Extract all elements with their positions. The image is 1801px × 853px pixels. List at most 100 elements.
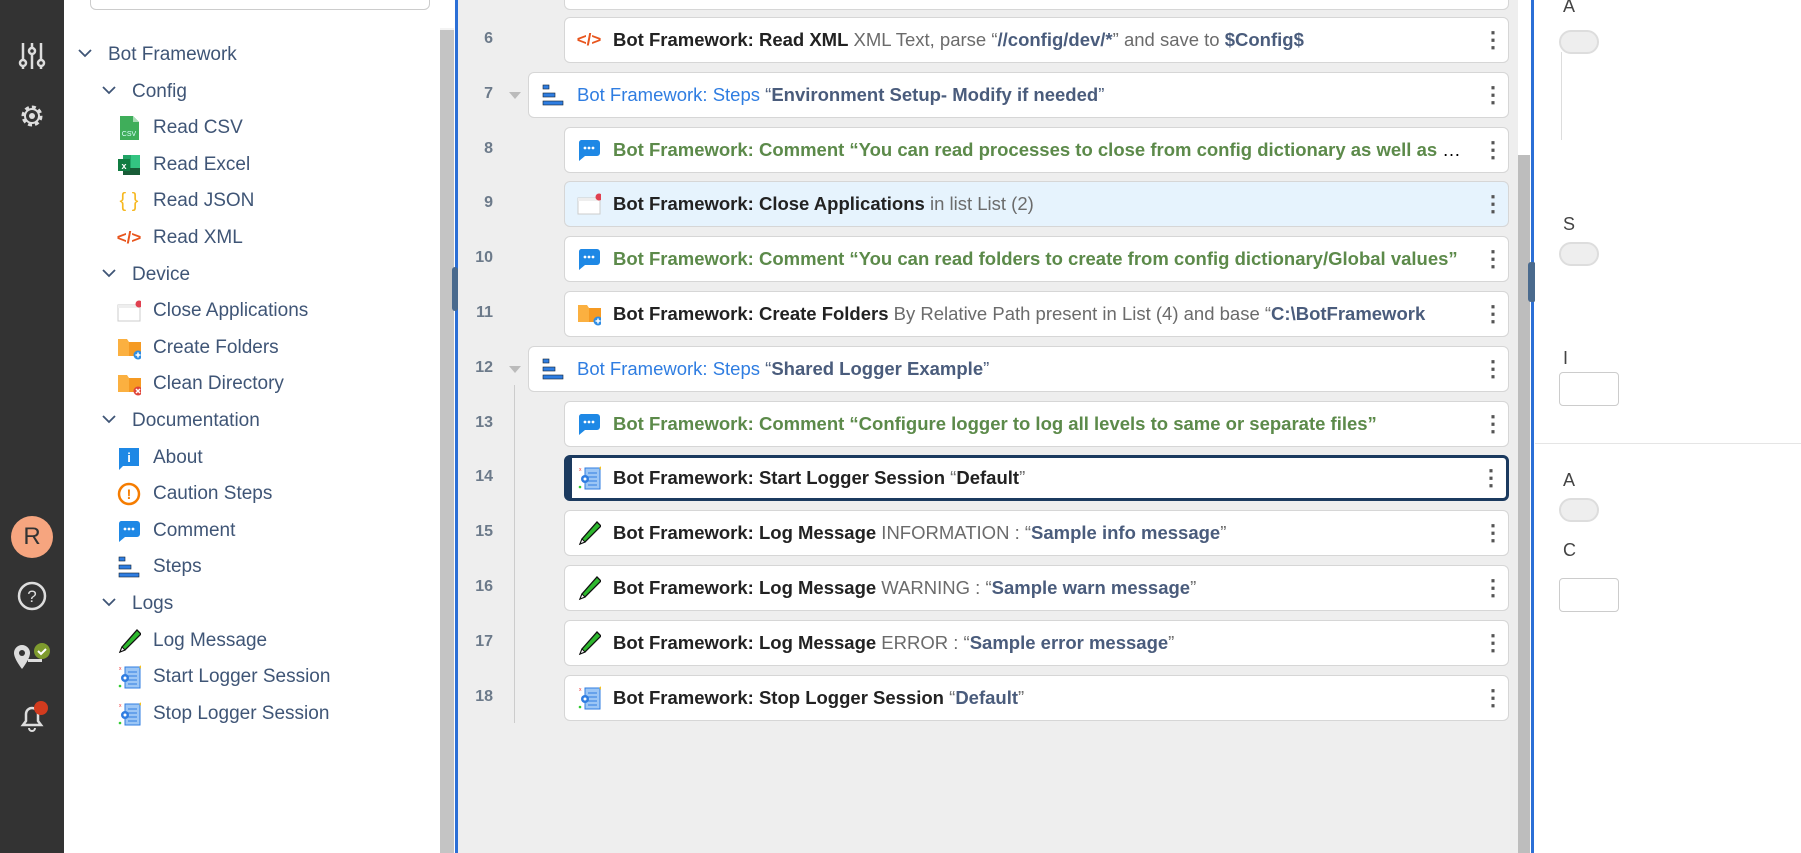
flow-row[interactable]: Bot Framework: Log Message INFORMATION :… xyxy=(564,510,1509,557)
row-text-action: Bot Framework: Log Message xyxy=(613,631,877,653)
palette-item[interactable]: CSV Read CSV xyxy=(117,113,243,143)
help-icon[interactable]: ? xyxy=(12,576,52,616)
more-options-icon[interactable]: ⋮ xyxy=(1478,522,1508,544)
steps-icon xyxy=(117,555,141,579)
flow-row[interactable]: </> Bot Framework: Read XML XML Text, par… xyxy=(564,17,1509,63)
row-text: Bot Framework: Read XML XML Text, parse … xyxy=(613,29,1478,51)
row-text: Bot Framework: Stop Logger Session “Defa… xyxy=(613,687,1478,709)
tree-group-label: Bot Framework xyxy=(108,44,237,65)
bot-agent-icon[interactable] xyxy=(12,636,52,676)
row-text: Bot Framework: Log Message WARNING : “Sa… xyxy=(613,577,1478,599)
property-toggle[interactable] xyxy=(1559,242,1599,266)
palette-search-input[interactable] xyxy=(90,0,430,10)
collapse-triangle-icon[interactable] xyxy=(509,91,521,99)
palette-item-label: Comment xyxy=(153,519,236,541)
more-options-icon[interactable]: ⋮ xyxy=(1478,303,1508,325)
collapse-triangle-icon[interactable] xyxy=(509,365,521,373)
palette-item[interactable]: x Read Excel xyxy=(117,150,250,180)
flow-row[interactable]: Bot Framework: Comment “Configure logger… xyxy=(564,400,1509,447)
row-text: Bot Framework: Steps “Environment Setup-… xyxy=(577,84,1478,106)
flow-row[interactable]: x Bot Framework: Start Logger Session “De… xyxy=(564,455,1509,502)
json-braces-icon: { } xyxy=(119,189,139,212)
palette-item[interactable]: </> Read XML xyxy=(117,223,243,253)
property-input[interactable] xyxy=(1559,578,1619,612)
palette-item[interactable]: i About xyxy=(117,443,203,473)
steps-group-line xyxy=(514,385,515,723)
palette-item-label: Create Folders xyxy=(153,336,279,358)
palette-item[interactable]: Comment xyxy=(117,516,235,546)
row-text-action: Bot Framework: Log Message xyxy=(613,577,877,598)
svg-text:x: x xyxy=(119,666,122,672)
left-nav-rail: R ? xyxy=(0,0,64,853)
sliders-icon[interactable] xyxy=(12,36,52,76)
row-text-plain: ” and save to xyxy=(1112,29,1225,50)
property-label: A xyxy=(1563,470,1576,490)
avatar[interactable]: R xyxy=(11,516,53,558)
more-options-icon[interactable]: ⋮ xyxy=(1478,577,1508,599)
flow-row[interactable]: x Bot Framework: Stop Logger Session “Def… xyxy=(564,674,1509,721)
chevron-down-icon xyxy=(102,264,116,286)
steps-icon xyxy=(541,357,565,381)
flow-row[interactable]: Bot Framework: Log Message ERROR : “Samp… xyxy=(564,619,1509,666)
row-text-svalue: “ xyxy=(760,357,772,379)
palette-item[interactable]: Log Message xyxy=(117,626,267,656)
line-number: 7 xyxy=(484,84,493,102)
svg-text:x: x xyxy=(121,161,126,171)
palette-item[interactable]: Create Folders xyxy=(117,333,279,363)
palette-item-label: Log Message xyxy=(153,629,268,651)
tree-group[interactable]: Config xyxy=(102,77,187,107)
flow-row[interactable]: Bot Framework: Comment “You can read pro… xyxy=(564,126,1509,173)
palette-item[interactable]: x Start Logger Session xyxy=(117,662,330,692)
tree-group[interactable]: Device xyxy=(102,260,190,290)
property-input[interactable] xyxy=(1559,372,1619,406)
palette-item[interactable]: { } Read JSON xyxy=(117,186,255,216)
more-options-icon[interactable]: ⋮ xyxy=(1478,412,1508,435)
more-options-icon[interactable]: ⋮ xyxy=(1476,467,1506,489)
palette-scrollbar[interactable] xyxy=(440,30,454,853)
row-text-action: Bot Framework: Start Logger Session xyxy=(613,467,946,489)
logger-icon: x xyxy=(117,665,141,689)
row-text: Bot Framework: Log Message INFORMATION :… xyxy=(613,522,1478,544)
palette-item[interactable]: Close Applications xyxy=(117,296,308,326)
flow-row[interactable]: Bot Framework: Steps “Environment Setup-… xyxy=(528,71,1509,118)
comment-icon xyxy=(577,247,601,271)
property-toggle[interactable] xyxy=(1559,498,1599,522)
palette-item[interactable]: ! Caution Steps xyxy=(117,479,272,509)
canvas-scrollbar[interactable] xyxy=(1518,155,1530,853)
line-number: 17 xyxy=(475,632,493,650)
more-options-icon[interactable]: ⋮ xyxy=(1478,357,1508,380)
row-text-comment: Bot Framework: Comment “You can read fol… xyxy=(613,248,1458,270)
pencil-icon xyxy=(577,521,601,546)
tree-group[interactable]: Documentation xyxy=(102,406,260,436)
gear-icon[interactable] xyxy=(12,96,52,136)
logger-icon: x xyxy=(577,466,601,490)
row-text-svalue: ” xyxy=(1098,83,1105,105)
more-options-icon[interactable]: ⋮ xyxy=(1478,248,1508,270)
flow-row[interactable]: Bot Framework: Close Applications in lis… xyxy=(564,181,1509,228)
flow-row[interactable]: Bot Framework: Create Folders By Relativ… xyxy=(564,291,1509,337)
right-splitter[interactable] xyxy=(1531,0,1534,853)
flow-row[interactable]: Bot Framework: Log Message WARNING : “Sa… xyxy=(564,565,1509,611)
tree-group[interactable]: Logs xyxy=(102,589,173,619)
palette-item-label: About xyxy=(153,446,203,468)
bell-icon[interactable] xyxy=(12,696,52,736)
more-options-icon[interactable]: ⋮ xyxy=(1478,29,1508,51)
palette-item[interactable]: Clean Directory xyxy=(117,369,284,399)
palette-item[interactable]: Steps xyxy=(117,552,202,582)
more-options-icon[interactable]: ⋮ xyxy=(1478,83,1508,106)
more-options-icon[interactable]: ⋮ xyxy=(1478,193,1508,215)
more-options-icon[interactable]: ⋮ xyxy=(1478,138,1508,161)
palette-item[interactable]: x Stop Logger Session xyxy=(117,699,329,729)
row-text-plain: ERROR : “ xyxy=(876,631,970,653)
line-number: 10 xyxy=(475,249,493,267)
flow-row-partial[interactable] xyxy=(564,0,1509,10)
more-options-icon[interactable]: ⋮ xyxy=(1478,686,1508,709)
more-options-icon[interactable]: ⋮ xyxy=(1478,631,1508,654)
row-text-value: $Config$ xyxy=(1224,29,1304,50)
tree-group-bot-framework[interactable]: Bot Framework xyxy=(78,40,237,70)
row-text: Bot Framework: Comment “Configure logger… xyxy=(613,413,1478,435)
property-toggle[interactable] xyxy=(1559,30,1599,54)
palette-item-label: Steps xyxy=(153,556,202,578)
flow-row[interactable]: Bot Framework: Comment “You can read fol… xyxy=(564,236,1509,283)
flow-row[interactable]: Bot Framework: Steps “Shared Logger Exam… xyxy=(528,345,1509,392)
